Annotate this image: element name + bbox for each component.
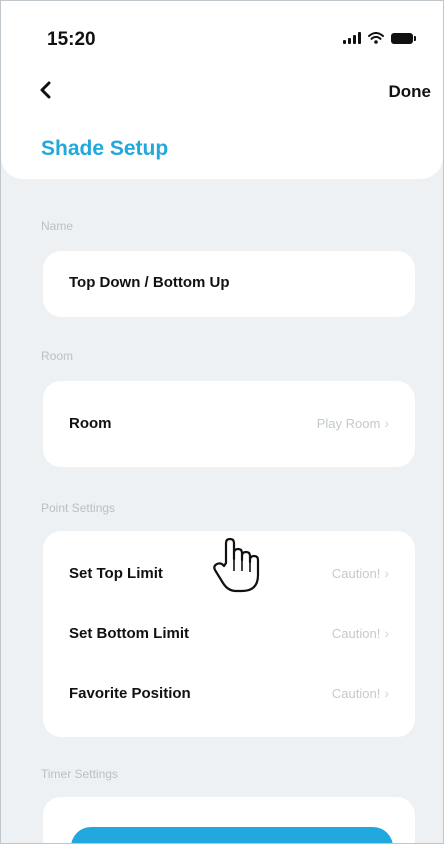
set-bottom-limit-value-wrap: Caution! ›: [332, 625, 389, 641]
room-row-value: Play Room: [316, 415, 381, 431]
section-label-timer-settings: Timer Settings: [41, 767, 118, 781]
section-label-point-settings: Point Settings: [41, 501, 116, 515]
status-time: 15:20: [47, 29, 96, 50]
chevron-right-icon: ›: [384, 625, 389, 641]
battery-icon: [391, 32, 416, 44]
back-button[interactable]: [33, 77, 59, 103]
primary-action-button[interactable]: [71, 827, 393, 843]
wifi-icon: [368, 32, 384, 44]
room-card: Room Play Room ›: [43, 381, 415, 467]
section-label-room: Room: [41, 349, 74, 363]
favorite-position-row[interactable]: Favorite Position Caution! ›: [69, 681, 389, 705]
done-button[interactable]: Done: [389, 82, 432, 102]
set-bottom-limit-row[interactable]: Set Bottom Limit Caution! ›: [69, 621, 389, 645]
header-panel: 15:20 Done Shade Setup: [1, 1, 443, 179]
favorite-position-value: Caution!: [331, 685, 381, 701]
room-row[interactable]: Room Play Room ›: [69, 411, 389, 435]
chevron-right-icon: ›: [384, 415, 389, 431]
room-row-label: Room: [69, 414, 112, 432]
set-bottom-limit-value: Caution!: [331, 625, 381, 641]
chevron-right-icon: ›: [384, 565, 389, 581]
chevron-right-icon: ›: [384, 685, 389, 701]
set-top-limit-value-wrap: Caution! ›: [332, 565, 389, 581]
set-top-limit-label: Set Top Limit: [69, 564, 163, 582]
name-value: Top Down / Bottom Up: [69, 274, 230, 291]
set-bottom-limit-label: Set Bottom Limit: [69, 624, 189, 642]
favorite-position-label: Favorite Position: [69, 684, 191, 702]
hand-pointer-icon: [213, 537, 260, 593]
name-card[interactable]: Top Down / Bottom Up: [43, 251, 415, 317]
status-icons: [343, 32, 416, 44]
page-title: Shade Setup: [41, 137, 169, 160]
signal-icon: [343, 32, 361, 44]
phone-screen: 15:20 Done Shade Setup Name Top Down / B…: [0, 0, 444, 844]
favorite-position-value-wrap: Caution! ›: [332, 685, 389, 701]
room-row-value-wrap: Play Room ›: [317, 415, 389, 431]
set-top-limit-value: Caution!: [331, 565, 381, 581]
chevron-left-icon: [40, 81, 51, 99]
section-label-name: Name: [41, 219, 74, 233]
